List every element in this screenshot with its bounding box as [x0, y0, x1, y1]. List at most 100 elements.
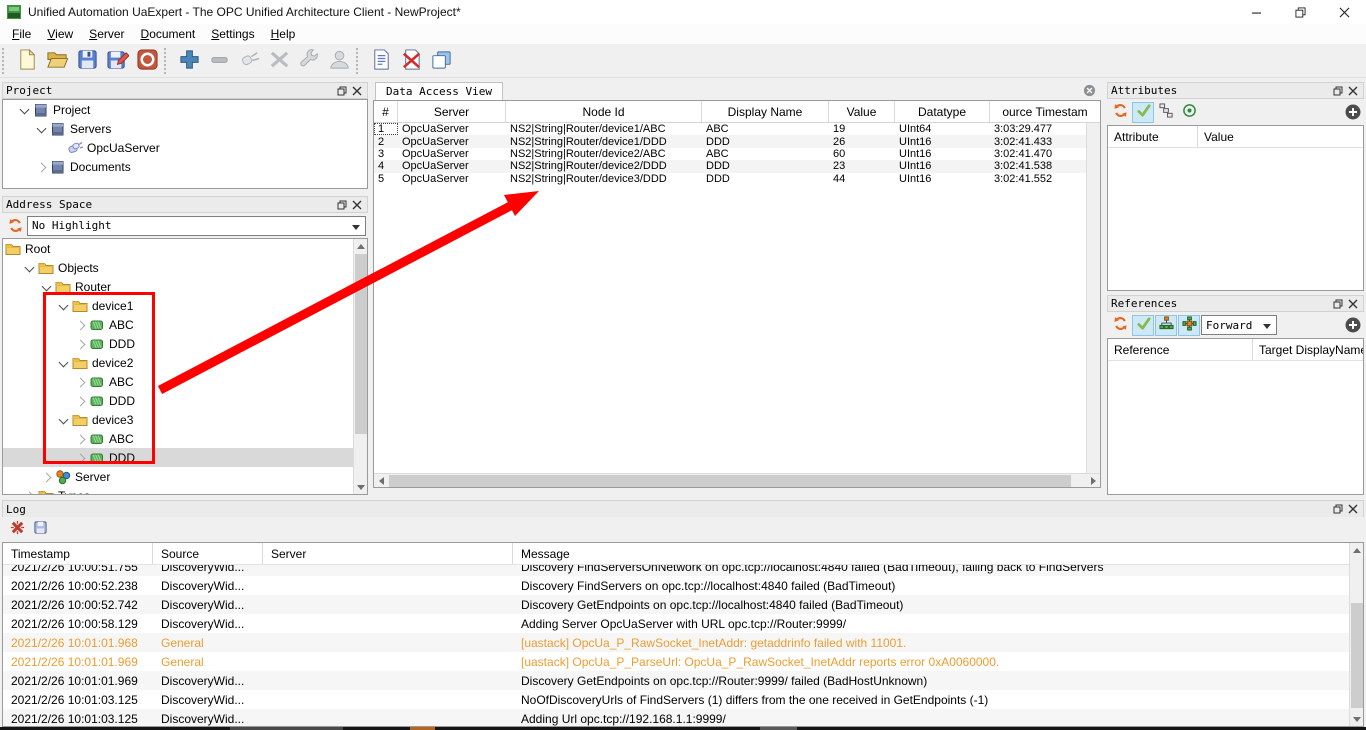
scroll-up-icon[interactable]	[1350, 543, 1364, 557]
add-attribute-button[interactable]	[1345, 317, 1361, 333]
address-space-item-ddd[interactable]: DDD	[3, 391, 354, 410]
address-space-item-device1[interactable]: device1	[3, 296, 354, 315]
log-row[interactable]: 2021/2/26 10:00:52.238DiscoveryWid...Dis…	[3, 576, 1349, 595]
target-button[interactable]	[1178, 102, 1200, 123]
menu-settings[interactable]: Settings	[203, 25, 262, 43]
chevron-collapsed-icon[interactable]	[39, 469, 55, 485]
quit-button[interactable]	[132, 47, 162, 75]
refresh-icon[interactable]	[4, 215, 26, 236]
menu-document[interactable]: Document	[133, 25, 204, 43]
float-panel-icon[interactable]	[1330, 84, 1345, 98]
project-item-project[interactable]: Project	[3, 100, 367, 119]
cascade-button[interactable]	[1155, 102, 1177, 123]
address-space-item-ddd[interactable]: DDD	[3, 448, 354, 467]
change-user-button[interactable]	[324, 47, 354, 75]
scroll-down-icon[interactable]	[1350, 712, 1364, 726]
column-header[interactable]: Reference	[1108, 339, 1253, 360]
scroll-down-icon[interactable]	[354, 480, 368, 494]
dav-row-2[interactable]: 2OpcUaServerNS2|String|Router/device1/DD…	[374, 135, 1100, 147]
dav-row-4[interactable]: 4OpcUaServerNS2|String|Router/device2/DD…	[374, 160, 1100, 172]
scroll-thumb[interactable]	[355, 254, 367, 434]
open-project-button[interactable]	[42, 47, 72, 75]
save-project-button[interactable]	[72, 47, 102, 75]
direction-dropdown[interactable]: Forward	[1201, 315, 1277, 335]
clear-log-button[interactable]	[6, 519, 28, 540]
float-panel-icon[interactable]	[334, 198, 349, 212]
address-space-item-router[interactable]: Router	[3, 277, 354, 296]
address-space-item-device2[interactable]: device2	[3, 353, 354, 372]
float-panel-icon[interactable]	[1330, 502, 1345, 516]
close-button[interactable]	[1322, 0, 1366, 24]
project-item-opcuaserver[interactable]: OpcUaServer	[3, 138, 367, 157]
log-row[interactable]: 2021/2/26 10:00:51.755DiscoveryWid...Dis…	[3, 565, 1349, 576]
add-window-button[interactable]	[426, 47, 456, 75]
column-header[interactable]: Value	[1198, 126, 1363, 147]
remove-document-button[interactable]	[396, 47, 426, 75]
chevron-expanded-icon[interactable]	[17, 102, 33, 118]
check-button[interactable]	[1132, 315, 1154, 336]
project-item-documents[interactable]: Documents	[3, 157, 367, 176]
chevron-collapsed-icon[interactable]	[22, 488, 38, 496]
new-document-button[interactable]	[12, 47, 42, 75]
highlight-dropdown[interactable]: No Highlight	[27, 216, 366, 236]
log-column-header[interactable]: Source	[153, 543, 263, 564]
chevron-expanded-icon[interactable]	[56, 355, 72, 371]
chevron-collapsed-icon[interactable]	[73, 431, 89, 447]
address-space-item-server[interactable]: Server	[3, 467, 354, 486]
chevron-collapsed-icon[interactable]	[73, 393, 89, 409]
chevron-collapsed-icon[interactable]	[34, 159, 50, 175]
chevron-expanded-icon[interactable]	[22, 260, 38, 276]
close-panel-icon[interactable]	[1345, 297, 1360, 311]
project-item-servers[interactable]: Servers	[3, 119, 367, 138]
refresh-button[interactable]	[1109, 102, 1131, 123]
dav-column-header[interactable]: Display Name	[702, 101, 829, 122]
dav-row-1[interactable]: 1OpcUaServerNS2|String|Router/device1/AB…	[374, 123, 1100, 135]
restore-button[interactable]	[1278, 0, 1322, 24]
menu-view[interactable]: View	[39, 25, 81, 43]
tab-data-access-view[interactable]: Data Access View	[375, 82, 503, 100]
remove-server-button[interactable]	[204, 47, 234, 75]
address-space-item-ddd[interactable]: DDD	[3, 334, 354, 353]
address-space-scrollbar[interactable]	[353, 239, 367, 494]
chevron-collapsed-icon[interactable]	[73, 336, 89, 352]
dav-vertical-scrollbar[interactable]	[1086, 123, 1100, 473]
address-space-item-objects[interactable]: Objects	[3, 258, 354, 277]
address-space-item-abc[interactable]: ABC	[3, 372, 354, 391]
dav-column-header[interactable]: Node Id	[506, 101, 702, 122]
address-space-item-abc[interactable]: ABC	[3, 315, 354, 334]
log-row[interactable]: 2021/2/26 10:00:58.129DiscoveryWid...Add…	[3, 614, 1349, 633]
check-button[interactable]	[1132, 102, 1154, 123]
save-project-as-button[interactable]	[102, 47, 132, 75]
chevron-collapsed-icon[interactable]	[73, 374, 89, 390]
chevron-expanded-icon[interactable]	[39, 279, 55, 295]
address-space-item-root[interactable]: Root	[3, 239, 354, 258]
tab-close-icon[interactable]	[1083, 84, 1097, 98]
address-space-item-types[interactable]: Types	[3, 486, 354, 495]
server-properties-button[interactable]	[294, 47, 324, 75]
orgchart-button[interactable]	[1155, 315, 1177, 336]
add-server-button[interactable]	[174, 47, 204, 75]
log-row[interactable]: 2021/2/26 10:01:01.968General[uastack] O…	[3, 633, 1349, 652]
scroll-thumb[interactable]	[389, 475, 1071, 487]
menu-help[interactable]: Help	[263, 25, 304, 43]
scroll-up-icon[interactable]	[354, 239, 368, 253]
log-column-header[interactable]: Timestamp	[3, 543, 153, 564]
scroll-thumb[interactable]	[1351, 603, 1363, 708]
column-header[interactable]: Target DisplayName	[1253, 339, 1363, 360]
dav-column-header[interactable]: Server	[398, 101, 506, 122]
log-row[interactable]: 2021/2/26 10:01:01.969DiscoveryWid...Dis…	[3, 671, 1349, 690]
menu-file[interactable]: File	[4, 25, 39, 43]
log-column-header[interactable]: Message	[513, 543, 1363, 564]
log-scrollbar[interactable]	[1349, 543, 1363, 726]
chevron-expanded-icon[interactable]	[56, 298, 72, 314]
add-attribute-button[interactable]	[1345, 104, 1361, 120]
close-panel-icon[interactable]	[349, 198, 364, 212]
dav-column-header[interactable]: Value	[829, 101, 895, 122]
dav-column-header[interactable]: ource Timestam	[990, 101, 1100, 122]
log-row[interactable]: 2021/2/26 10:00:52.742DiscoveryWid...Dis…	[3, 595, 1349, 614]
chevron-expanded-icon[interactable]	[56, 412, 72, 428]
dav-horizontal-scrollbar[interactable]	[374, 473, 1100, 487]
scroll-left-icon[interactable]	[374, 474, 388, 488]
float-panel-icon[interactable]	[334, 84, 349, 98]
column-header[interactable]: Attribute	[1108, 126, 1198, 147]
